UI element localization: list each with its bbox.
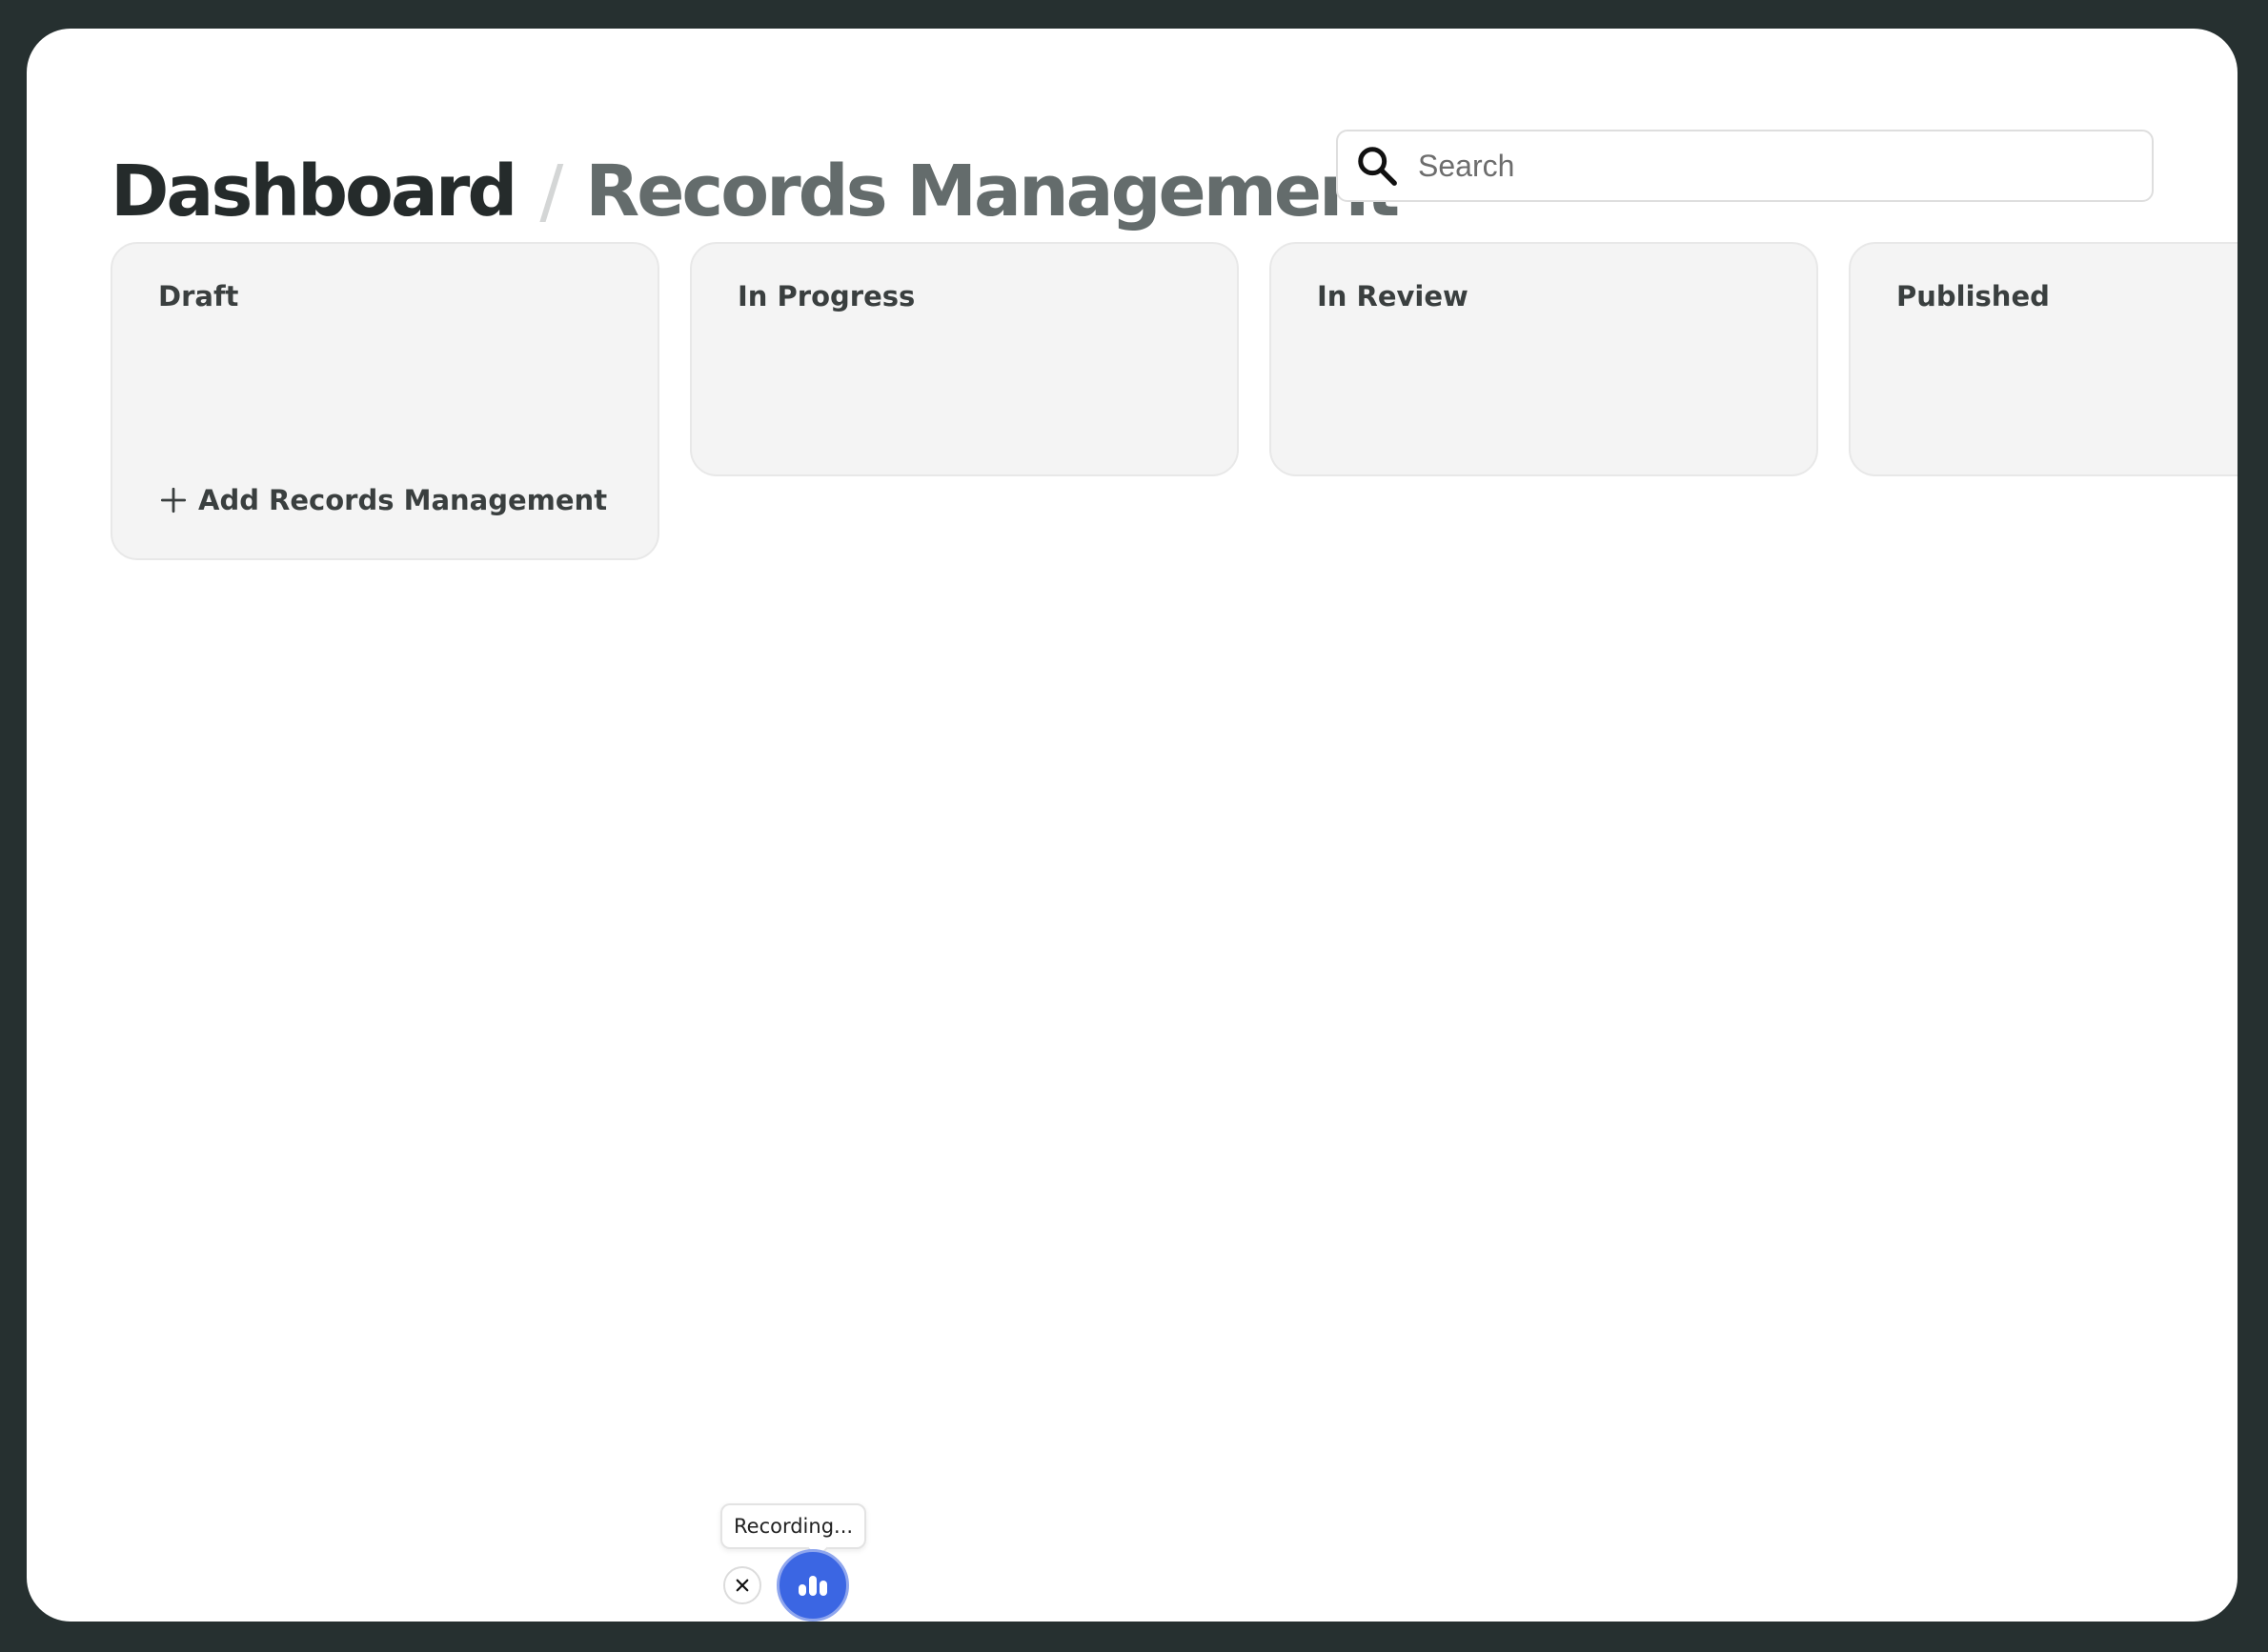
column-in-review: In Review [1269,242,1818,476]
close-icon [736,1579,749,1592]
breadcrumb: Dashboard / Records Management [111,151,1400,232]
column-in-progress: In Progress [690,242,1239,476]
column-title: Draft [158,280,239,312]
column-title: In Review [1317,280,1468,312]
search-input[interactable] [1418,148,2123,184]
recorder-button[interactable] [777,1549,849,1622]
app-window: Dashboard / Records Management Draft Add… [27,29,2238,1622]
close-recorder-button[interactable] [723,1566,761,1604]
breadcrumb-separator: / [539,151,563,232]
breadcrumb-dashboard-link[interactable]: Dashboard [111,151,517,232]
column-title: In Progress [738,280,916,312]
add-button-label: Add Records Management [198,484,608,516]
page-title: Records Management [585,151,1400,232]
add-records-management-button[interactable]: Add Records Management [160,484,607,516]
kanban-board: Draft Add Records Management In Progress… [111,242,2238,623]
recording-tooltip: Recording... [720,1503,867,1549]
column-published: Published [1849,242,2238,476]
column-title: Published [1896,280,2050,312]
audio-bars-icon [799,1576,827,1596]
plus-icon [160,487,187,514]
column-draft: Draft Add Records Management [111,242,659,560]
search-icon [1358,147,1397,186]
search-box[interactable] [1336,130,2154,202]
